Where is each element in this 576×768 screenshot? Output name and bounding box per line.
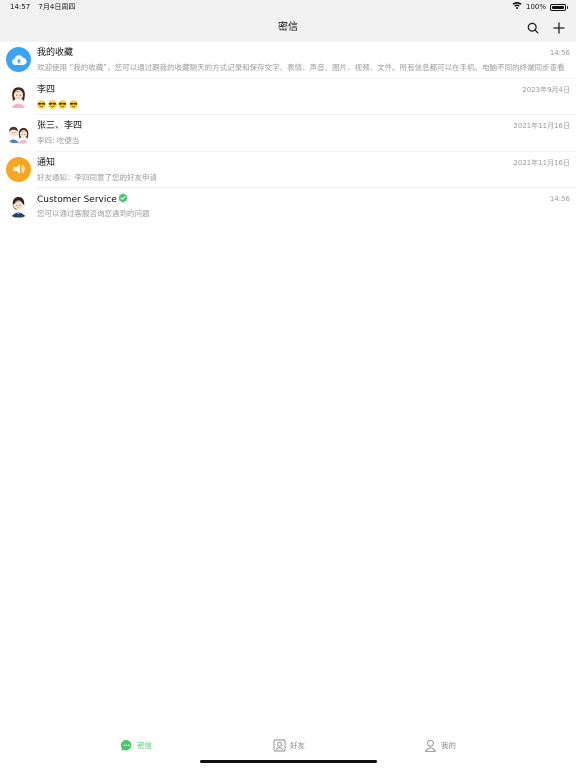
search-button[interactable] — [525, 20, 541, 36]
service-agent-avatar — [6, 193, 31, 218]
status-right: 100% — [512, 0, 568, 14]
tab-messages[interactable]: 密信 — [120, 738, 152, 752]
conversation-name-text: Customer Service — [37, 195, 117, 205]
conversation-time: 2021年11月16日 — [513, 158, 570, 167]
battery-percent: 100% — [525, 3, 546, 11]
sunglasses-emoji-icon — [37, 100, 46, 109]
conversation-name: 李四 — [37, 84, 56, 95]
emoji-preview — [37, 100, 570, 110]
conversation-lisi[interactable]: 李四 2023年9月4日 — [0, 79, 576, 116]
conversation-preview — [37, 100, 570, 110]
person-icon — [425, 739, 436, 752]
chat-bubble-icon — [120, 739, 132, 751]
battery-icon — [550, 3, 568, 11]
conversation-name: 张三、李四 — [37, 121, 83, 131]
girl-avatar — [6, 83, 31, 109]
conversation-preview: 李四: 吃便当 — [37, 136, 80, 145]
speaker-icon — [6, 156, 31, 182]
conversation-time: 2021年11月16日 — [513, 122, 570, 130]
tab-label: 密信 — [137, 740, 152, 750]
verified-badge-icon — [118, 193, 128, 207]
status-bar: 14:57 7月4日周四 100% — [0, 0, 576, 14]
home-indicator — [200, 760, 377, 763]
sunglasses-emoji-icon — [68, 100, 78, 109]
tab-me[interactable]: 我的 — [424, 738, 456, 752]
tab-label: 我的 — [441, 740, 456, 750]
conversation-list: 我的收藏 14:56 欢迎使用 “我的收藏”，您可以通过跟我的收藏聊天的方式记录… — [0, 42, 576, 225]
plus-icon — [553, 22, 565, 34]
conversation-preview: 欢迎使用 “我的收藏”，您可以通过跟我的收藏聊天的方式记录和保存文字、表情、声音… — [37, 63, 565, 72]
tab-label: 好友 — [290, 740, 305, 750]
conversation-name: Customer Service — [37, 193, 128, 207]
status-time: 14:57 — [10, 3, 31, 11]
conversation-favorites[interactable]: 我的收藏 14:56 欢迎使用 “我的收藏”，您可以通过跟我的收藏聊天的方式记录… — [0, 42, 576, 79]
wifi-icon — [512, 0, 522, 14]
status-left: 14:57 7月4日周四 — [10, 0, 81, 14]
group-avatar — [6, 120, 31, 145]
conversation-preview: 您可以通过客服咨询您遇到的问题 — [37, 209, 150, 218]
conversation-group[interactable]: 张三、李四 2021年11月16日 李四: 吃便当 — [0, 115, 576, 152]
page-title: 密信 — [278, 22, 298, 33]
conversation-name: 通知 — [37, 157, 56, 168]
cloud-upload-icon — [6, 47, 31, 72]
add-button[interactable] — [551, 20, 567, 36]
contacts-icon — [273, 739, 286, 751]
conversation-time: 2023年9月4日 — [522, 85, 570, 94]
nav-bar: 密信 — [0, 14, 576, 42]
conversation-name: 我的收藏 — [37, 48, 74, 58]
search-icon — [527, 22, 539, 34]
status-date: 7月4日周四 — [38, 3, 76, 11]
conversation-notice[interactable]: 通知 2021年11月16日 好友通知：李四同意了您的好友申请 — [0, 152, 576, 189]
conversation-preview: 好友通知：李四同意了您的好友申请 — [37, 172, 157, 182]
sunglasses-emoji-icon — [47, 100, 57, 109]
app-screen: 14:57 7月4日周四 100% 密信 我的收藏 14:56 欢迎使用 “我的… — [0, 0, 576, 768]
conversation-time: 14:56 — [549, 49, 570, 57]
tab-friends[interactable]: 好友 — [273, 738, 305, 752]
sunglasses-emoji-icon — [58, 100, 67, 109]
conversation-time: 14:56 — [549, 195, 570, 203]
conversation-customer-service[interactable]: Customer Service 14:56 您可以通过客服咨询您遇到的问题 — [0, 188, 576, 225]
